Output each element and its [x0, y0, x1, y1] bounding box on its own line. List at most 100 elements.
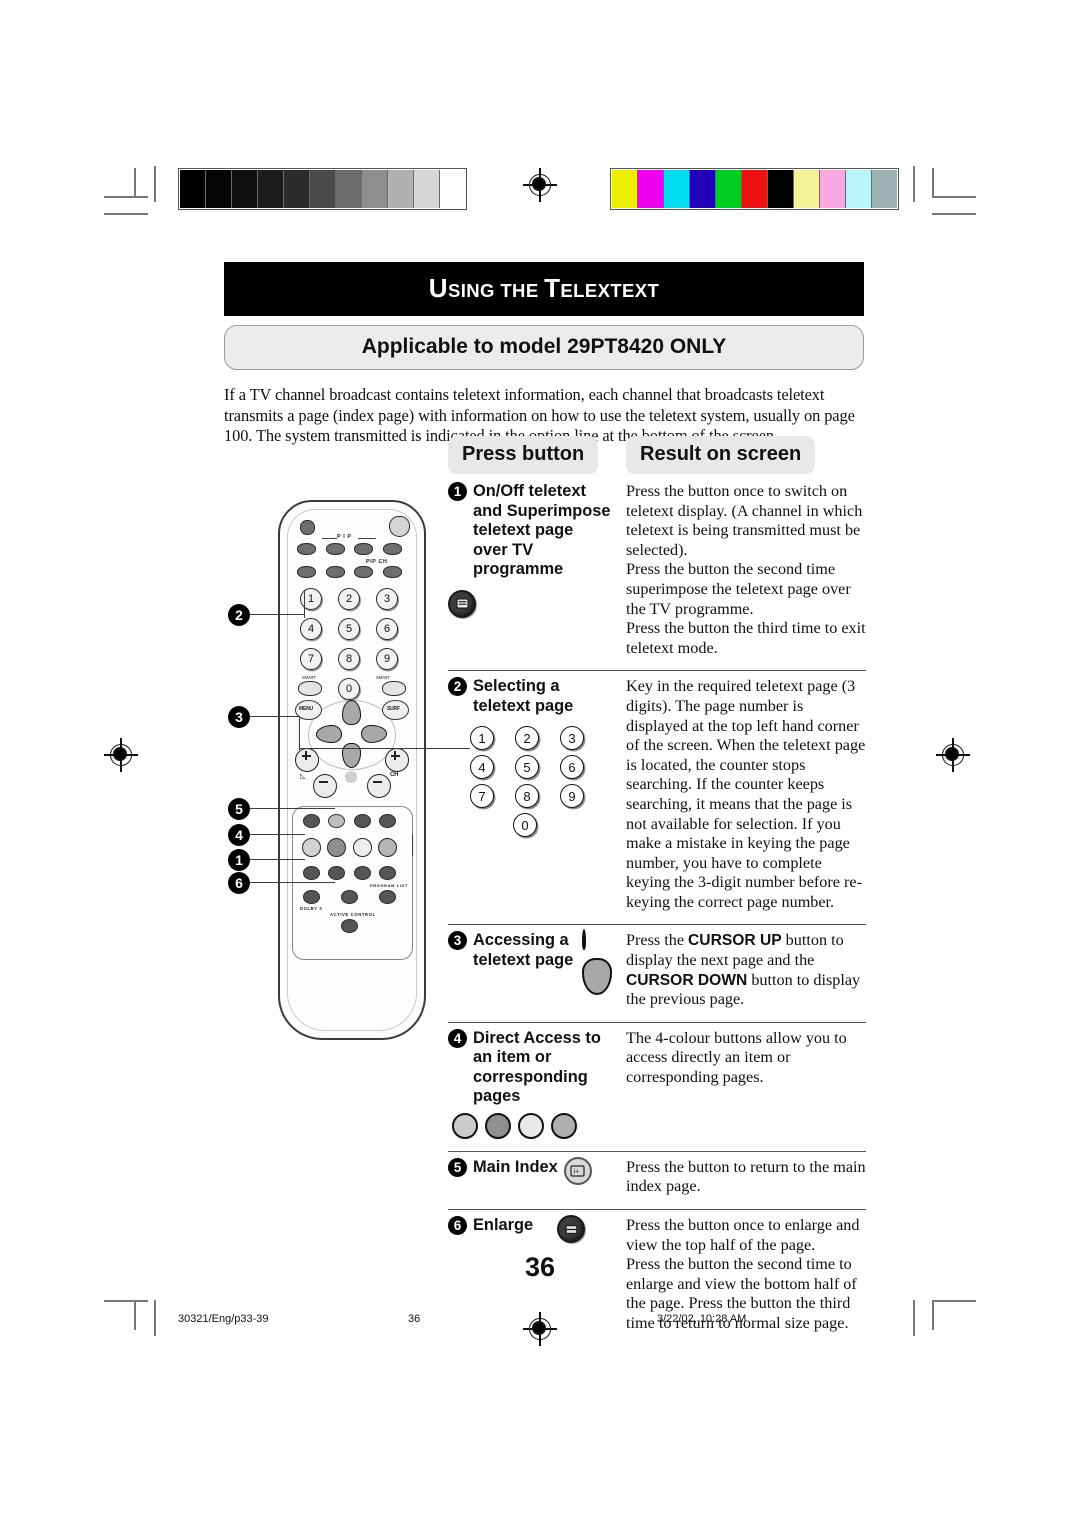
calibration-swatch	[794, 170, 820, 208]
table-row: 1 On/Off teletext and Superimpose teletex…	[448, 474, 866, 670]
remote-button-pip-3	[383, 543, 402, 555]
remote-button-aux-2	[326, 566, 345, 578]
step-number-badge: 3	[448, 931, 467, 951]
callout-4: 4	[228, 824, 250, 846]
calibration-swatch	[284, 170, 310, 208]
remote-button-pip-2	[354, 543, 373, 555]
crop-mark-bottom-right-v	[932, 1300, 934, 1330]
remote-label-volume: ◺	[300, 773, 306, 780]
callout-bracket	[299, 716, 301, 750]
calibration-swatch	[872, 170, 897, 208]
remote-button-volume-down	[313, 774, 337, 798]
remote-label-pip-ch: PIP CH	[366, 559, 388, 565]
remote-key-8: 8	[338, 648, 360, 670]
callout-leader-line	[250, 614, 305, 616]
table-row: 3 Accessing a teletext page Press the CURS…	[448, 924, 866, 1021]
remote-key-2: 2	[338, 588, 360, 610]
keypad-key: 4	[470, 755, 494, 780]
result-text: Key in the required teletext page (3 dig…	[626, 677, 866, 911]
remote-control-illustration: P I P PIP CH 1234567890 SMART SMART MENU…	[278, 500, 426, 1040]
step-number-badge: 4	[448, 1028, 467, 1048]
table-header-row: Press button Result on screen	[448, 436, 866, 474]
press-button-cell: 4 Direct Access to an item or correspondi…	[448, 1023, 618, 1151]
remote-button-av	[303, 814, 320, 828]
remote-button-reveal	[379, 866, 396, 880]
step-number-badge: 6	[448, 1216, 467, 1236]
callout-leader-line	[250, 808, 335, 810]
step-label: Selecting a teletext page	[473, 677, 574, 715]
calibration-swatch	[336, 170, 362, 208]
keypad-key: 3	[560, 726, 584, 751]
remote-button-channel-up	[385, 748, 409, 772]
callout-leader-line	[410, 748, 470, 750]
calibration-swatch	[690, 170, 716, 208]
crop-mark-bottom-right-rule	[913, 1300, 915, 1336]
callout-leader-line	[250, 859, 305, 861]
step-label: On/Off teletext and Superimpose teletext…	[473, 482, 611, 578]
result-on-screen-cell: The 4-colour buttons allow you to access…	[618, 1023, 866, 1151]
remote-colour-button-2	[327, 838, 346, 857]
crop-mark-bottom-left-rule	[154, 1300, 156, 1336]
step-label: Accessing a teletext page	[473, 931, 574, 969]
calibration-swatch	[258, 170, 284, 208]
cursor-up-icon	[582, 929, 586, 951]
remote-button-subtitle	[303, 890, 320, 904]
colour-button	[452, 1112, 478, 1139]
result-on-screen-cell: Key in the required teletext page (3 dig…	[618, 671, 866, 924]
remote-cursor-left	[316, 725, 342, 743]
callout-2: 2	[228, 604, 250, 626]
remote-button-channel-down	[367, 774, 391, 798]
press-button-cell: 2 Selecting a teletext page 1 2 3 4 5 6 7 8 9 0	[448, 671, 618, 924]
keypad-key: 8	[515, 784, 539, 809]
keypad-key: 7	[470, 784, 494, 809]
remote-colour-button-4	[378, 838, 397, 857]
remote-button-pip-ch-up	[354, 566, 373, 578]
footer-page-reference: 36	[408, 1313, 421, 1325]
remote-button-power	[389, 516, 410, 537]
remote-label-surf: SURF	[387, 706, 400, 712]
crop-mark-top-left-rule	[154, 166, 156, 202]
column-header-result-on-screen: Result on screen	[626, 436, 816, 474]
remote-button-vcr	[297, 543, 316, 555]
callout-6: 6	[228, 872, 250, 894]
model-applicability-bar: Applicable to model 29PT8420 ONLY	[224, 325, 864, 370]
remote-key-5: 5	[338, 618, 360, 640]
callout-leader-line	[250, 716, 300, 718]
colour-button	[485, 1112, 511, 1139]
crop-mark-top-right-v	[932, 168, 934, 198]
grayscale-calibration-bar	[178, 168, 467, 210]
remote-button-main-index	[328, 814, 345, 828]
footer-file-reference: 30321/Eng/p33-39	[178, 1313, 269, 1325]
callout-5: 5	[228, 798, 250, 820]
crop-mark-top-right-h	[932, 196, 976, 198]
remote-label-dolby: DOLBY 3	[300, 906, 323, 911]
calibration-swatch	[768, 170, 794, 208]
remote-label-smart-left: SMART	[302, 675, 316, 680]
table-row: 4 Direct Access to an item or correspondi…	[448, 1021, 866, 1151]
remote-button-mute	[345, 771, 357, 783]
step-number-badge: 5	[448, 1157, 467, 1177]
calibration-swatch	[820, 170, 846, 208]
remote-key-0: 0	[338, 678, 360, 700]
remote-button-timer	[379, 814, 396, 828]
crop-mark-bottom-right-h	[932, 1300, 976, 1302]
calibration-swatch	[310, 170, 336, 208]
remote-label-pip: P I P	[337, 534, 352, 540]
keypad-key: 2	[515, 726, 539, 751]
remote-button-teletext-onoff	[303, 866, 320, 880]
remote-button-program-list	[379, 890, 396, 904]
footer-timestamp: 3/22/02, 10:28 AM	[657, 1313, 747, 1325]
remote-button-clock	[354, 814, 371, 828]
calibration-swatch	[612, 170, 638, 208]
svg-text:i+: i+	[574, 1168, 580, 1175]
calibration-swatch	[388, 170, 414, 208]
crop-mark-bottom-left-v	[134, 1300, 136, 1330]
calibration-swatch	[180, 170, 206, 208]
callout-bracket	[304, 590, 306, 618]
crop-mark-top-right-rule	[913, 166, 915, 202]
keypad-key: 1	[470, 726, 494, 751]
callout-leader-line	[299, 748, 419, 750]
page-number: 36	[524, 1252, 556, 1282]
registration-mark-top	[523, 168, 557, 202]
table-row: 5 Main Index i+ Press the button to return …	[448, 1150, 866, 1209]
